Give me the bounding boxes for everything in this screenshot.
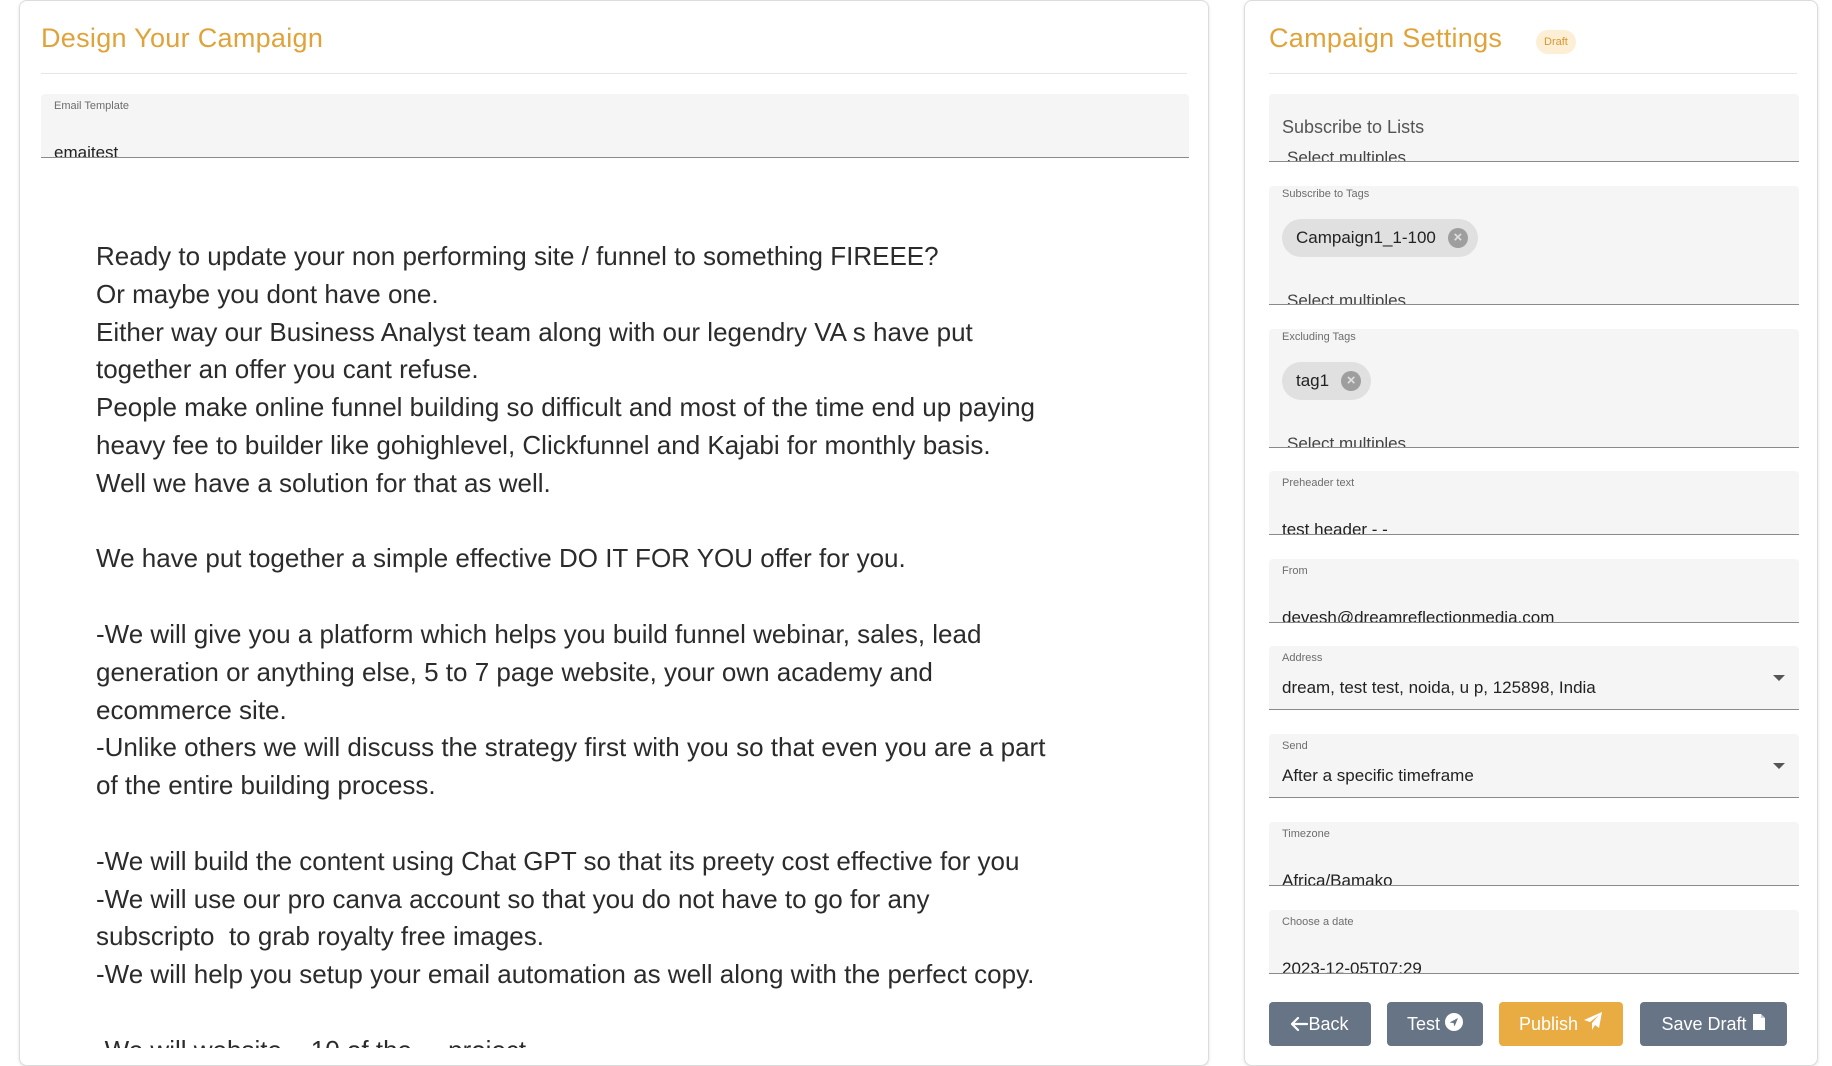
paper-plane-icon [1583, 1003, 1603, 1047]
date-label: Choose a date [1282, 916, 1354, 928]
subscribe-tags-label: Subscribe to Tags [1282, 188, 1370, 200]
email-body-line: heavy fee to builder like gohighlevel, C… [96, 429, 991, 460]
from-value: devesh@dreamreflectionmedia.com [1282, 608, 1555, 623]
email-body-line: of the entire building process. [96, 770, 436, 801]
back-button-label: Back [1308, 1014, 1349, 1034]
back-button[interactable]: Back [1269, 1002, 1371, 1046]
design-title: Design Your Campaign [41, 23, 324, 53]
design-campaign-card: Design Your Campaign Email Template emai… [19, 0, 1209, 1066]
test-button-label: Test [1406, 1014, 1440, 1034]
email-body-line [96, 805, 1176, 843]
subscribe-lists-placeholder: Select multiples [1287, 148, 1407, 162]
tag-chip-label: tag1 [1296, 371, 1330, 390]
email-body-line: Ready to update your non performing site… [96, 241, 939, 271]
caret-down-icon[interactable] [1773, 674, 1785, 681]
email-body-line: -Unlike others we will discuss the strat… [96, 732, 1046, 763]
email-body-line: -We will use our pro canva account so th… [96, 883, 930, 914]
from-label: From [1282, 565, 1308, 577]
subscribe-tags-placeholder: Select multiples [1287, 291, 1407, 305]
save-draft-button-label: Save Draft [1661, 1014, 1747, 1034]
caret-down-icon[interactable] [1773, 762, 1785, 769]
preheader-label: Preheader text [1282, 477, 1355, 489]
date-value: 2023-12-05T07:29 [1282, 959, 1422, 974]
email-body-line: Either way our Business Analyst team alo… [96, 316, 973, 347]
campaign-settings-card: Campaign Settings Draft Subscribe to Lis… [1244, 0, 1818, 1066]
timezone-label: Timezone [1282, 828, 1330, 840]
document-icon [1752, 1003, 1766, 1047]
email-body-line: Well we have a solution for that as well… [96, 467, 551, 498]
from-field[interactable]: From devesh@dreamreflectionmedia.com [1269, 559, 1799, 623]
email-body-line [96, 578, 1176, 616]
date-field[interactable]: Choose a date 2023-12-05T07:29 [1269, 910, 1799, 974]
publish-button-label: Publish [1518, 1014, 1579, 1034]
subscribe-lists-field[interactable]: Subscribe to Lists Select multiples [1269, 94, 1799, 162]
email-body-line: generation or anything else, 5 to 7 page… [96, 656, 933, 687]
preheader-text-field[interactable]: Preheader text test header - - [1269, 471, 1799, 535]
preheader-value: test header - - [1282, 520, 1388, 535]
email-body-line: Or maybe you dont have one. [96, 278, 439, 309]
email-body-line: We have put together a simple effective … [96, 543, 906, 574]
arrow-left-icon [1291, 1003, 1309, 1047]
email-body-line: -We will website... 10 of the ... projec… [96, 1032, 1176, 1048]
send-label: Send [1282, 740, 1308, 752]
chip-remove-icon[interactable]: × [1447, 228, 1468, 248]
send-select[interactable]: Send After a specific timeframe [1269, 734, 1799, 798]
timezone-value: Africa/Bamako [1282, 871, 1393, 886]
email-body-line: subscripto to grab royalty free images. [96, 921, 544, 952]
address-value: dream, test test, noida, u p, 125898, In… [1282, 678, 1596, 697]
email-body-preview: Ready to update your non performing site… [96, 238, 1176, 1048]
tag-chip-label: Campaign1_1-100 [1296, 228, 1436, 247]
tag-chip: Campaign1_1-100 × [1282, 219, 1478, 257]
email-body-line: -We will give you a platform which helps… [96, 618, 982, 649]
subscribe-lists-label: Subscribe to Lists [1282, 117, 1425, 137]
save-draft-button[interactable]: Save Draft [1640, 1002, 1787, 1046]
excluding-tags-field[interactable]: Excluding Tags tag1 × Select multiples [1269, 329, 1799, 448]
excluding-tags-label: Excluding Tags [1282, 331, 1356, 343]
email-body-line: together an offer you cant refuse. [96, 354, 479, 385]
test-button[interactable]: Test [1387, 1002, 1483, 1046]
settings-title-divider [1269, 73, 1797, 74]
timezone-field[interactable]: Timezone Africa/Bamako [1269, 822, 1799, 886]
email-template-field[interactable]: Email Template emaitest [41, 94, 1189, 158]
address-label: Address [1282, 652, 1323, 664]
email-body-line [96, 503, 1176, 541]
chip-remove-icon[interactable]: × [1341, 371, 1362, 391]
email-body-line: ecommerce site. [96, 694, 287, 725]
email-body-line: -We will help you setup your email autom… [96, 959, 1035, 990]
subscribe-tags-field[interactable]: Subscribe to Tags Campaign1_1-100 × Sele… [1269, 186, 1799, 305]
email-body-line: People make online funnel building so di… [96, 392, 1036, 423]
tag-chip: tag1 × [1282, 362, 1372, 400]
excluding-tags-placeholder: Select multiples [1287, 434, 1407, 448]
email-template-value: emaitest [54, 143, 119, 158]
email-body-line: -We will build the content using Chat GP… [96, 845, 1020, 876]
publish-button[interactable]: Publish [1499, 1002, 1623, 1046]
address-select[interactable]: Address dream, test test, noida, u p, 12… [1269, 646, 1799, 710]
paper-plane-circle-icon [1445, 1003, 1464, 1047]
settings-title: Campaign Settings [1269, 23, 1503, 53]
email-template-label: Email Template [54, 100, 129, 112]
email-body-line [96, 994, 1176, 1032]
status-badge: Draft [1536, 30, 1576, 54]
design-title-divider [41, 73, 1187, 74]
send-value: After a specific timeframe [1282, 766, 1474, 785]
